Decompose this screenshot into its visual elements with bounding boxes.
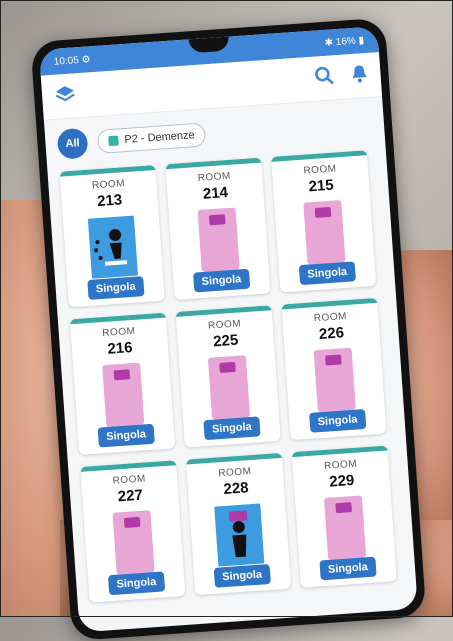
room-type-badge: Singola — [87, 276, 145, 300]
ward-filter-chip[interactable]: P2 - Demenze — [96, 122, 207, 154]
layers-icon[interactable] — [53, 83, 77, 109]
room-card[interactable]: ROOM 227 Singola — [80, 460, 186, 603]
bed-empty-icon — [102, 362, 145, 428]
bed-empty-icon — [323, 495, 367, 560]
room-type-badge: Singola — [319, 556, 377, 581]
bed-area — [169, 204, 269, 275]
bed-area — [179, 352, 279, 423]
bed-area — [295, 492, 395, 563]
bed-empty-icon — [303, 200, 346, 265]
room-type-badge: Singola — [97, 423, 155, 448]
room-type-badge: Singola — [203, 416, 261, 441]
card-accent-bar — [271, 150, 368, 162]
bed-area — [73, 359, 173, 430]
room-card[interactable]: ROOM 228 Singola — [185, 452, 292, 596]
room-card[interactable]: ROOM 216 Singola — [69, 312, 176, 455]
phone: 10:05 ⚙ ✱ 16% ▮ All P2 - Demenze ROOM 21… — [30, 17, 427, 641]
room-type-badge: Singola — [107, 571, 165, 596]
bed-empty-icon — [197, 207, 240, 272]
status-time: 10:05 — [53, 54, 80, 68]
bed-area — [189, 500, 289, 571]
battery-percent: 16% — [335, 35, 357, 48]
phone-screen: 10:05 ⚙ ✱ 16% ▮ All P2 - Demenze ROOM 21… — [38, 26, 418, 633]
search-icon[interactable] — [314, 65, 336, 91]
room-type-badge: Singola — [309, 408, 367, 433]
bed-area — [274, 197, 374, 268]
bed-area — [285, 345, 385, 416]
status-time-group: 10:05 ⚙ — [53, 54, 90, 68]
bluetooth-icon: ✱ — [324, 36, 334, 49]
patient-out-of-bed-icon — [87, 215, 138, 279]
room-card[interactable]: ROOM 214 Singola — [165, 157, 271, 300]
pillow-icon — [123, 516, 141, 529]
card-accent-bar — [175, 305, 272, 317]
card-accent-bar — [185, 452, 283, 465]
patient-in-bed-icon — [214, 503, 265, 567]
card-accent-bar — [281, 297, 378, 310]
card-accent-bar — [59, 164, 156, 177]
bed-area — [63, 212, 163, 283]
pillow-icon — [324, 354, 342, 366]
card-accent-bar — [69, 312, 166, 325]
status-battery-group: ✱ 16% ▮ — [324, 35, 364, 49]
pillow-icon — [208, 214, 226, 226]
toolbar-actions — [314, 62, 370, 91]
room-type-badge: Singola — [213, 563, 271, 588]
pillow-icon — [219, 361, 236, 373]
card-accent-bar — [80, 460, 177, 472]
gear-icon: ⚙ — [81, 53, 91, 66]
room-card[interactable]: ROOM 226 Singola — [281, 297, 387, 441]
card-accent-bar — [165, 157, 262, 170]
battery-icon: ▮ — [358, 34, 365, 46]
room-card[interactable]: ROOM 229 Singola — [291, 445, 397, 588]
card-accent-bar — [291, 445, 388, 458]
room-card[interactable]: ROOM 215 Singola — [271, 150, 377, 293]
room-type-badge: Singola — [298, 261, 356, 286]
room-grid: ROOM 213 Singola ROOM 214 Singola ROOM 215 Singo… — [47, 143, 416, 604]
bed-empty-icon — [112, 510, 155, 575]
filter-all-chip[interactable]: All — [56, 127, 89, 160]
bed-area — [83, 507, 183, 578]
room-type-badge: Singola — [193, 268, 251, 293]
pillow-icon — [113, 369, 131, 381]
bed-empty-icon — [207, 355, 251, 420]
ward-color-dot — [108, 135, 119, 147]
room-card[interactable]: ROOM 225 Singola — [175, 305, 281, 448]
bed-empty-icon — [313, 347, 356, 413]
room-card[interactable]: ROOM 213 Singola — [59, 164, 165, 308]
pillow-icon — [335, 502, 352, 514]
ward-label: P2 - Demenze — [124, 129, 196, 147]
pillow-icon — [314, 206, 332, 218]
bell-icon[interactable] — [350, 62, 370, 88]
